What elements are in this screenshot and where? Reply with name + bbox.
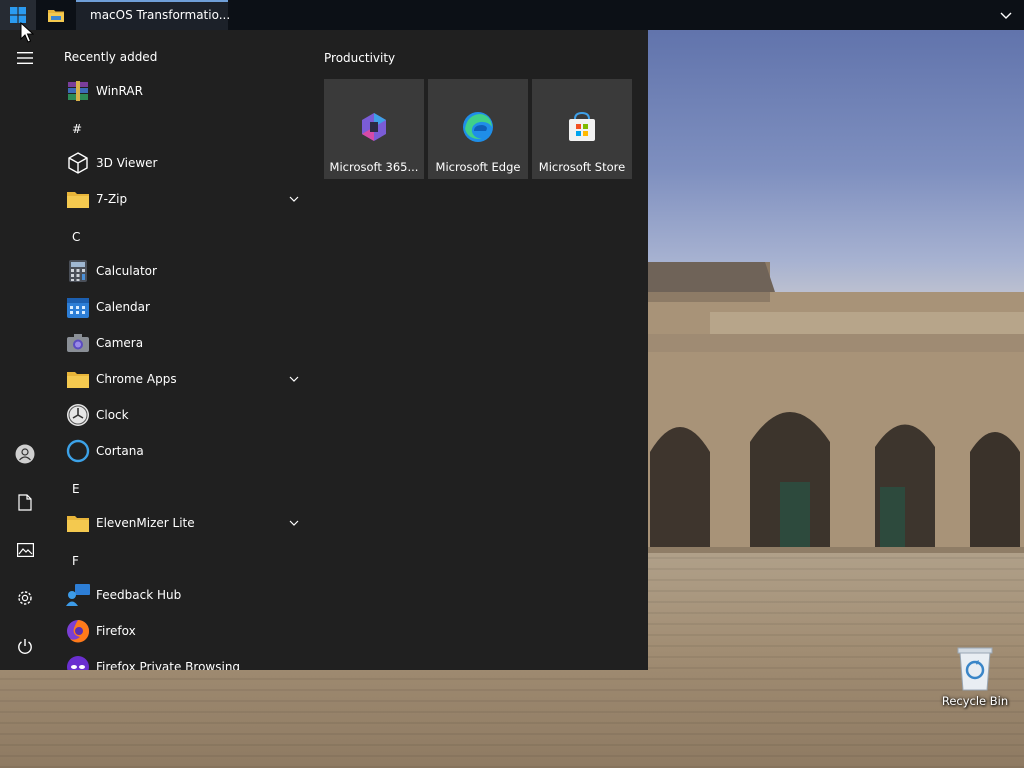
tile-label: Microsoft Store bbox=[538, 160, 626, 174]
tile-label: Microsoft 365... bbox=[329, 160, 419, 174]
tile-label: Microsoft Edge bbox=[435, 160, 521, 174]
app-label: Clock bbox=[96, 408, 129, 422]
windows-logo-icon bbox=[10, 7, 26, 23]
folder-icon bbox=[67, 516, 89, 532]
recycle-bin-shortcut[interactable]: Recycle Bin bbox=[938, 644, 1012, 716]
app-label: ElevenMizer Lite bbox=[96, 516, 195, 530]
chevron-down-icon[interactable] bbox=[286, 371, 302, 387]
section-letter-c[interactable]: C bbox=[72, 230, 80, 244]
section-letter-e[interactable]: E bbox=[72, 482, 80, 496]
recently-added-heading: Recently added bbox=[64, 50, 158, 64]
tile-microsoft-store[interactable]: Microsoft Store bbox=[532, 79, 632, 179]
app-label: Calculator bbox=[96, 264, 157, 278]
tile-microsoft-365[interactable]: Microsoft 365... bbox=[324, 79, 424, 179]
app-item-3d-viewer[interactable]: 3D Viewer bbox=[50, 145, 312, 181]
section-letter-f[interactable]: F bbox=[72, 554, 79, 568]
app-item-winrar[interactable]: WinRAR bbox=[50, 73, 312, 109]
app-label: Chrome Apps bbox=[96, 372, 177, 386]
app-label: 7-Zip bbox=[96, 192, 128, 206]
clock-icon bbox=[67, 404, 89, 426]
app-item-feedback-hub[interactable]: Feedback Hub bbox=[50, 577, 312, 613]
taskbar: macOS Transformatio... bbox=[0, 0, 1024, 30]
app-label: WinRAR bbox=[96, 84, 143, 98]
recycle-bin-icon bbox=[957, 647, 993, 691]
app-label: Camera bbox=[96, 336, 144, 350]
app-item-firefox-private-browsing[interactable]: Firefox Private Browsing bbox=[50, 649, 312, 670]
pictures-button[interactable] bbox=[0, 528, 50, 572]
settings-button[interactable] bbox=[0, 576, 50, 620]
cortana-ring-icon bbox=[66, 439, 90, 463]
firefox-icon bbox=[67, 620, 90, 643]
app-item-camera[interactable]: Camera bbox=[50, 325, 312, 361]
cube-icon bbox=[68, 152, 88, 174]
folder-icon bbox=[67, 372, 89, 388]
chevron-down-icon bbox=[1000, 12, 1012, 19]
folder-icon bbox=[67, 192, 89, 208]
store-icon bbox=[569, 111, 595, 141]
app-label: Firefox bbox=[96, 624, 136, 638]
calendar-icon bbox=[67, 298, 89, 318]
chrome-window-button[interactable]: macOS Transformatio... bbox=[76, 0, 231, 30]
feedback-hub-icon bbox=[66, 584, 90, 606]
app-folder-elevenmizer-lite[interactable]: ElevenMizer Lite bbox=[50, 505, 312, 541]
folder-icon bbox=[48, 9, 64, 22]
user-account-icon bbox=[15, 444, 35, 464]
file-explorer-button[interactable] bbox=[36, 0, 76, 30]
app-list: Recently added WinRAR # 3D Viewer 7-Zip … bbox=[50, 30, 312, 670]
firefox-private-icon bbox=[67, 656, 89, 670]
app-label: 3D Viewer bbox=[96, 156, 158, 170]
mouse-pointer-icon bbox=[20, 22, 34, 43]
tiles-area: Productivity Microsoft 365... Microsoft … bbox=[312, 30, 648, 670]
app-item-calendar[interactable]: Calendar bbox=[50, 289, 312, 325]
app-label: Calendar bbox=[96, 300, 150, 314]
power-icon bbox=[18, 638, 32, 654]
app-item-firefox[interactable]: Firefox bbox=[50, 613, 312, 649]
chevron-down-icon[interactable] bbox=[286, 515, 302, 531]
recycle-bin-label: Recycle Bin bbox=[941, 694, 1009, 708]
settings-gear-icon bbox=[18, 591, 32, 605]
app-label: Firefox Private Browsing bbox=[96, 660, 241, 670]
app-label: Feedback Hub bbox=[96, 588, 182, 602]
app-label: Cortana bbox=[96, 444, 144, 458]
app-folder-chrome-apps[interactable]: Chrome Apps bbox=[50, 361, 312, 397]
edge-icon bbox=[463, 112, 493, 142]
power-button[interactable] bbox=[0, 624, 50, 668]
wallpaper-building bbox=[640, 262, 1024, 562]
calculator-icon bbox=[69, 260, 87, 282]
app-folder-7zip[interactable]: 7-Zip bbox=[50, 181, 312, 217]
app-item-calculator[interactable]: Calculator bbox=[50, 253, 312, 289]
hamburger-menu-icon bbox=[17, 52, 33, 64]
tile-microsoft-edge[interactable]: Microsoft Edge bbox=[428, 79, 528, 179]
chrome-window-title: macOS Transformatio... bbox=[90, 8, 231, 22]
app-item-cortana[interactable]: Cortana bbox=[50, 433, 312, 469]
start-menu: Recently added WinRAR # 3D Viewer 7-Zip … bbox=[0, 30, 648, 670]
section-letter-hash[interactable]: # bbox=[72, 122, 82, 136]
user-account-button[interactable] bbox=[0, 432, 50, 476]
tile-group-title[interactable]: Productivity bbox=[324, 51, 395, 65]
pictures-icon bbox=[16, 543, 34, 557]
taskbar-overflow-button[interactable] bbox=[988, 0, 1024, 30]
winrar-icon bbox=[68, 81, 88, 101]
microsoft-365-icon bbox=[362, 113, 386, 141]
documents-button[interactable] bbox=[0, 480, 50, 524]
start-rail bbox=[0, 30, 50, 670]
chevron-down-icon[interactable] bbox=[286, 191, 302, 207]
camera-icon bbox=[67, 334, 89, 352]
app-item-clock[interactable]: Clock bbox=[50, 397, 312, 433]
documents-icon bbox=[18, 493, 32, 511]
